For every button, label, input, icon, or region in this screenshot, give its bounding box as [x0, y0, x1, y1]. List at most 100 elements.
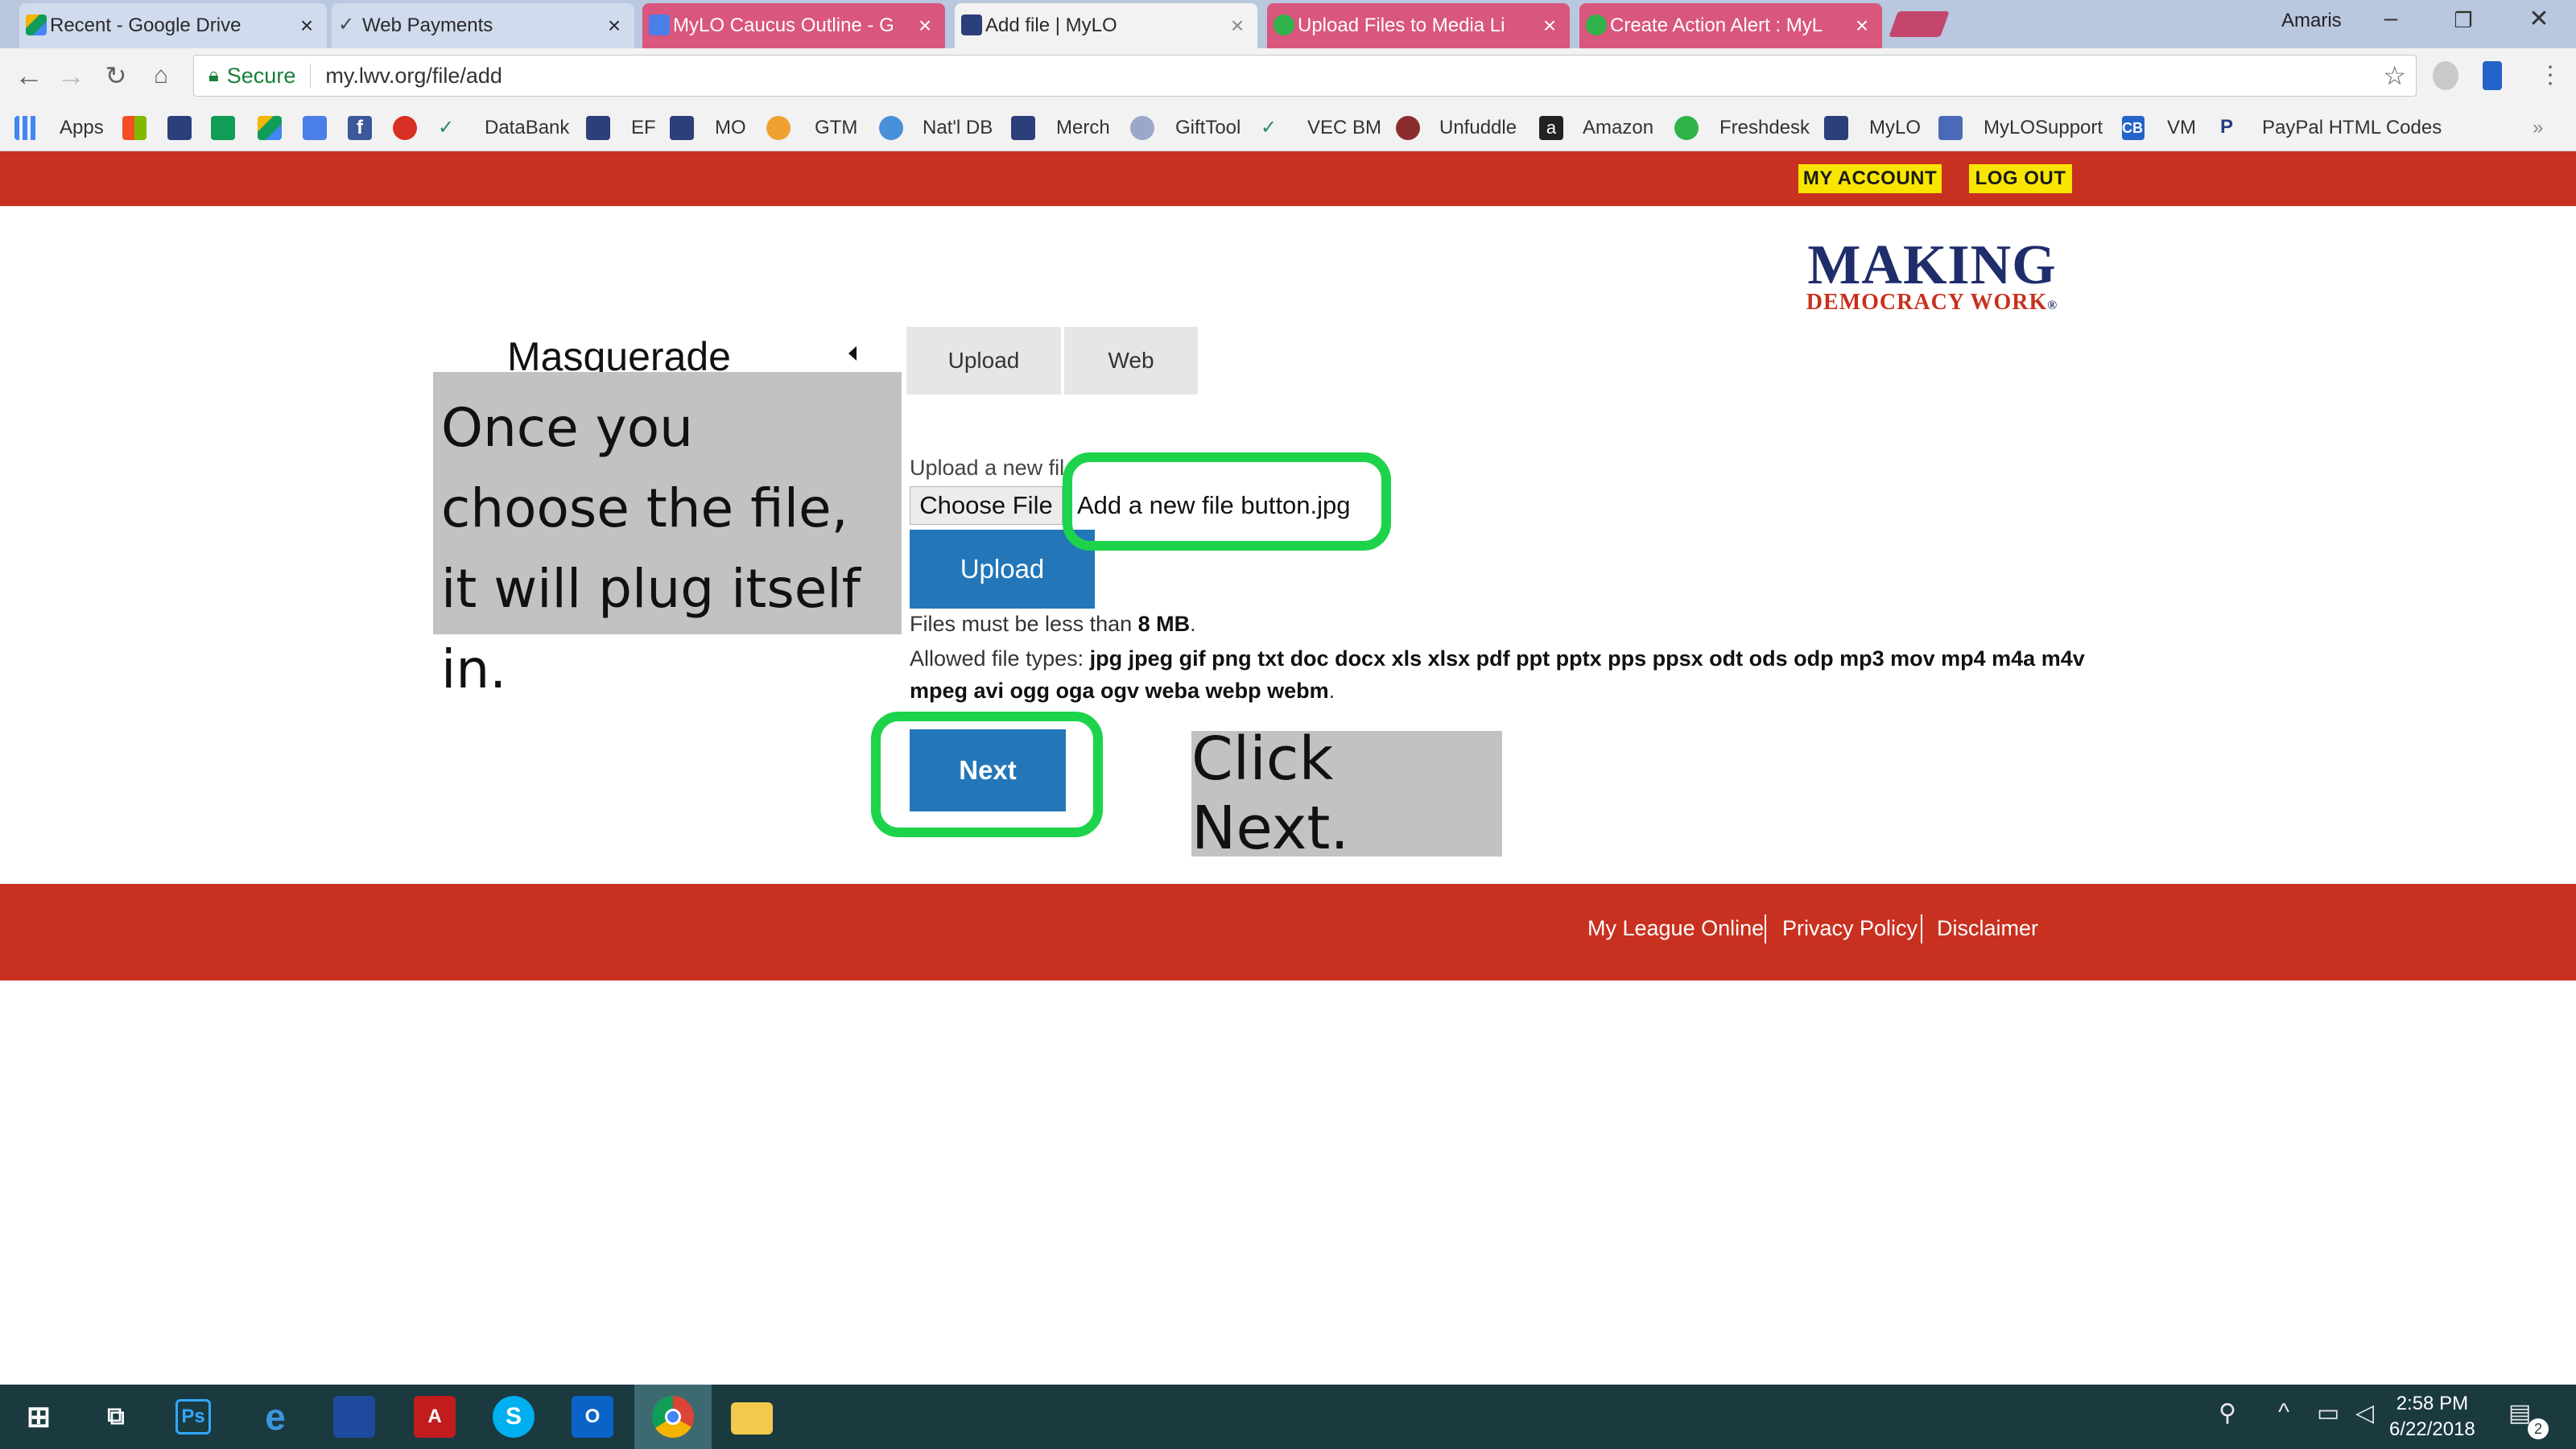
- allowed-types-info: Allowed file types: jpg jpeg gif png txt…: [910, 642, 2085, 707]
- acrobat-icon[interactable]: A: [414, 1396, 456, 1438]
- bookmark-natl-db[interactable]: Nat'l DB: [923, 105, 993, 151]
- instruction-note-choose-file: Once you choose the file, it will plug i…: [433, 372, 902, 700]
- site-logo[interactable]: MAKING DEMOCRACY WORK®: [1795, 237, 2069, 316]
- bookmark-gifttool[interactable]: GiftTool: [1175, 105, 1241, 151]
- bookmark-lwv-icon: [1011, 116, 1035, 140]
- windows-start-icon[interactable]: ⊞: [18, 1396, 60, 1438]
- close-tab-icon[interactable]: ×: [1541, 14, 1558, 37]
- microsoft-icon[interactable]: [122, 116, 147, 140]
- new-tab-button[interactable]: [1889, 11, 1950, 37]
- photoshop-icon[interactable]: Ps: [175, 1399, 211, 1435]
- back-icon[interactable]: ←: [11, 60, 47, 92]
- paypal-icon: P: [2220, 116, 2234, 138]
- size-prefix: Files must be less than: [910, 612, 1138, 636]
- browser-tab-title: Web Payments: [362, 14, 493, 36]
- address-bar-row: ← → ↻ ⌂ 🔒︎ Secure my.lwv.org/file/add ☆ …: [0, 48, 2576, 105]
- tab-web[interactable]: Web: [1064, 327, 1198, 394]
- forward-icon[interactable]: →: [53, 60, 89, 92]
- browser-tab-create-action-alert[interactable]: Create Action Alert : MyL ×: [1579, 3, 1882, 48]
- close-tab-icon[interactable]: ×: [298, 14, 316, 37]
- app-icon[interactable]: [333, 1396, 375, 1438]
- bookmark-databank[interactable]: DataBank: [485, 105, 569, 151]
- google-docs-icon[interactable]: [303, 116, 327, 140]
- bookmark-unfuddle[interactable]: Unfuddle: [1439, 105, 1517, 151]
- bookmark-amazon[interactable]: Amazon: [1583, 105, 1653, 151]
- next-button-highlight: [871, 712, 1103, 837]
- close-window-icon[interactable]: ✕: [2515, 5, 2563, 33]
- sheets-icon[interactable]: [211, 116, 235, 140]
- restore-icon[interactable]: ❐: [2439, 8, 2487, 33]
- cloud-icon: [879, 116, 903, 140]
- close-tab-icon[interactable]: ×: [1853, 14, 1871, 37]
- close-tab-icon[interactable]: ×: [605, 14, 623, 37]
- home-icon[interactable]: ⌂: [143, 60, 179, 92]
- network-icon[interactable]: ▭: [2317, 1399, 2339, 1427]
- file-explorer-icon[interactable]: [731, 1402, 773, 1435]
- amazon-icon: a: [1539, 116, 1563, 140]
- footer-link-disclaimer[interactable]: Disclaimer: [1937, 916, 2038, 941]
- bookmark-gtm[interactable]: GTM: [815, 105, 857, 151]
- skype-icon[interactable]: S: [493, 1396, 535, 1438]
- browser-tab-upload-files[interactable]: Upload Files to Media Li ×: [1267, 3, 1570, 48]
- bookmarks-overflow-icon[interactable]: »: [2533, 105, 2543, 151]
- bookmark-paypal[interactable]: PayPal HTML Codes: [2262, 105, 2442, 151]
- bookmark-mo[interactable]: MO: [715, 105, 746, 151]
- bookmark-lwv-icon[interactable]: [167, 116, 192, 140]
- close-tab-icon[interactable]: ×: [916, 14, 934, 37]
- browser-tab-title: Add file | MyLO: [985, 14, 1117, 36]
- browser-tab-caucus-outline[interactable]: MyLO Caucus Outline - G ×: [642, 3, 945, 48]
- bookmark-lwv-icon: [670, 116, 694, 140]
- upload-label: Upload a new fil: [910, 456, 1065, 480]
- choose-file-button[interactable]: Choose File: [910, 486, 1063, 525]
- extension-icon[interactable]: [2433, 61, 2458, 90]
- edge-icon[interactable]: e: [254, 1396, 296, 1438]
- bookmark-vm[interactable]: VM: [2167, 105, 2196, 151]
- bookmark-star-icon[interactable]: ☆: [2383, 60, 2406, 91]
- types-suffix: .: [1328, 679, 1335, 703]
- google-drive-icon[interactable]: [258, 116, 282, 140]
- collapse-caret-icon[interactable]: [848, 346, 857, 361]
- upload-button[interactable]: Upload: [910, 530, 1095, 609]
- facebook-icon[interactable]: f: [348, 116, 372, 140]
- browser-tab-title: Recent - Google Drive: [50, 14, 242, 36]
- people-icon[interactable]: ⚲: [2219, 1399, 2236, 1427]
- log-out-button[interactable]: LOG OUT: [1969, 164, 2072, 193]
- omnibox[interactable]: 🔒︎ Secure my.lwv.org/file/add ☆: [193, 55, 2417, 97]
- bookmark-red-icon[interactable]: [393, 116, 417, 140]
- bookmark-merch[interactable]: Merch: [1056, 105, 1110, 151]
- bookmark-mylo[interactable]: MyLO: [1869, 105, 1921, 151]
- bookmark-vec-bm[interactable]: VEC BM: [1307, 105, 1381, 151]
- tab-upload[interactable]: Upload: [906, 327, 1061, 394]
- windows-taskbar: ⊞ ⧉ Ps e A S O ⚲ ^ ▭ ◁ 2:58 PM 6/22/2018…: [0, 1385, 2576, 1449]
- bookmark-freshdesk[interactable]: Freshdesk: [1719, 105, 1810, 151]
- footer-link-my-league-online[interactable]: My League Online: [1587, 916, 1764, 941]
- outlook-icon[interactable]: O: [572, 1396, 613, 1438]
- file-size-info: Files must be less than 8 MB.: [910, 612, 1196, 637]
- task-view-icon[interactable]: ⧉: [95, 1396, 137, 1438]
- bookmark-mylosupport[interactable]: MyLOSupport: [1984, 105, 2103, 151]
- system-clock[interactable]: 2:58 PM 6/22/2018: [2389, 1391, 2475, 1443]
- bookmark-ef[interactable]: EF: [631, 105, 656, 151]
- menu-icon[interactable]: ⋮: [2533, 60, 2568, 92]
- unfuddle-icon: [1396, 116, 1420, 140]
- notification-count-badge: 2: [2528, 1418, 2549, 1439]
- tray-expand-icon[interactable]: ^: [2278, 1399, 2289, 1426]
- volume-muted-icon[interactable]: ◁: [2355, 1399, 2374, 1427]
- bookmark-extension-icon[interactable]: [2483, 61, 2502, 90]
- action-center-icon[interactable]: ▤: [2508, 1399, 2531, 1427]
- footer-link-privacy-policy[interactable]: Privacy Policy: [1782, 916, 1918, 941]
- mylo-icon: [961, 14, 982, 35]
- close-tab-icon[interactable]: ×: [1228, 14, 1246, 37]
- bookmark-cb[interactable]: CB: [2119, 105, 2143, 151]
- logo-tagline: DEMOCRACY WORK: [1806, 290, 2048, 315]
- profile-name[interactable]: Amaris: [2281, 10, 2342, 32]
- minimize-icon[interactable]: –: [2367, 5, 2415, 32]
- browser-tab-web-payments[interactable]: ✓ Web Payments ×: [332, 3, 634, 48]
- url-text[interactable]: my.lwv.org/file/add: [325, 64, 502, 89]
- browser-tab-add-file[interactable]: Add file | MyLO ×: [955, 3, 1257, 48]
- reload-icon[interactable]: ↻: [98, 60, 134, 92]
- bookmark-apps[interactable]: Apps: [60, 105, 104, 151]
- browser-tab-google-drive[interactable]: Recent - Google Drive ×: [19, 3, 327, 48]
- my-account-button[interactable]: MY ACCOUNT: [1798, 164, 1942, 193]
- chrome-icon[interactable]: [652, 1396, 694, 1438]
